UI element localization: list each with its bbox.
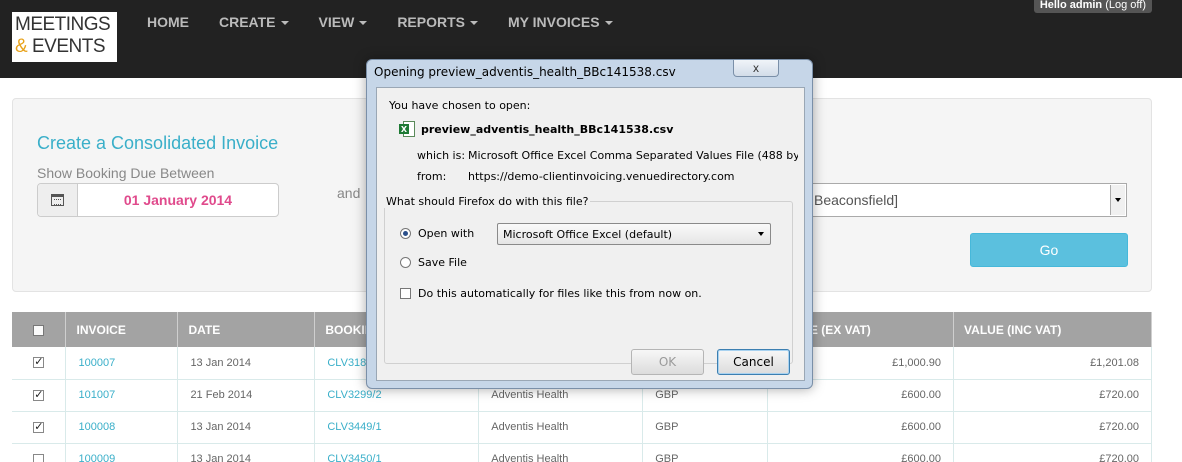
- value-inc-vat-cell: £1,201.08: [953, 347, 1152, 380]
- date-from-field[interactable]: 01 January 2014: [37, 183, 279, 217]
- brand-logo[interactable]: MEETINGS & EVENTS: [12, 12, 117, 62]
- save-file-radio[interactable]: [400, 257, 411, 268]
- chevron-down-icon: [758, 232, 764, 236]
- header-date[interactable]: DATE: [177, 312, 316, 347]
- auto-option[interactable]: Do this automatically for files like thi…: [400, 287, 702, 300]
- dialog-close-button[interactable]: x: [733, 60, 779, 77]
- nav-reports[interactable]: REPORTS: [397, 14, 478, 30]
- row-select-cell: [12, 379, 67, 412]
- nav-create[interactable]: CREATE: [219, 14, 289, 30]
- nav-view[interactable]: VIEW: [319, 14, 368, 30]
- value-inc-vat-cell: £720.00: [953, 443, 1152, 462]
- file-source-row: from: https://demo-clientinvoicing.venue…: [417, 170, 798, 183]
- invoice-link[interactable]: 100009: [65, 443, 179, 462]
- file-name: preview_adventis_health_BBc141538.csv: [421, 122, 674, 136]
- value-ex-vat-cell: £600.00: [767, 443, 955, 462]
- row-checkbox[interactable]: [33, 388, 45, 401]
- ok-button[interactable]: OK: [631, 349, 704, 375]
- row-checkbox[interactable]: [33, 453, 45, 462]
- file-row: X preview_adventis_health_BBc141538.csv: [399, 121, 673, 137]
- logoff-link[interactable]: (Log off): [1105, 0, 1146, 11]
- dialog-title: Opening preview_adventis_health_BBc14153…: [374, 65, 676, 79]
- date-cell: 13 Jan 2014: [177, 411, 316, 444]
- main-nav: HOME CREATE VIEW REPORTS MY INVOICES: [147, 14, 643, 30]
- date-cell: 13 Jan 2014: [177, 347, 316, 380]
- currency-cell: GBP: [642, 411, 769, 444]
- logo-line1: MEETINGS: [15, 14, 111, 35]
- row-checkbox[interactable]: [33, 355, 45, 369]
- nav-my-invoices[interactable]: MY INVOICES: [508, 14, 613, 30]
- caret-down-icon: [280, 21, 289, 25]
- open-with-radio[interactable]: [400, 228, 411, 239]
- header-value-inc-vat[interactable]: VALUE (INC VAT): [953, 312, 1152, 347]
- venue-dropdown-button[interactable]: [1110, 185, 1125, 215]
- company-cell: Adventis Health: [478, 411, 644, 444]
- auto-label: Do this automatically for files like thi…: [418, 287, 702, 300]
- invoice-link[interactable]: 100008: [65, 411, 179, 444]
- row-select-cell: [12, 411, 67, 444]
- venue-selected-value: Beaconsfield]: [814, 192, 899, 208]
- venue-select[interactable]: Beaconsfield]: [809, 183, 1127, 217]
- header-invoice[interactable]: INVOICE: [65, 312, 179, 347]
- file-type-row: which is: Microsoft Office Excel Comma S…: [417, 149, 798, 162]
- booking-link[interactable]: CLV3449/1: [314, 411, 480, 444]
- select-all-header: [12, 312, 67, 347]
- action-question: What should Firefox do with this file?: [384, 195, 591, 208]
- row-select-cell: [12, 443, 67, 462]
- company-cell: Adventis Health: [478, 443, 644, 462]
- invoice-link[interactable]: 101007: [65, 379, 179, 412]
- caret-down-icon: [359, 21, 368, 25]
- save-file-option[interactable]: Save File: [400, 256, 467, 269]
- currency-cell: GBP: [642, 443, 769, 462]
- chevron-down-icon: [1115, 198, 1121, 202]
- open-with-label: Open with: [418, 227, 475, 240]
- open-with-option[interactable]: Open with: [400, 227, 474, 240]
- cancel-button[interactable]: Cancel: [717, 349, 790, 375]
- value-ex-vat-cell: £600.00: [767, 411, 955, 444]
- row-select-cell: [12, 347, 67, 380]
- auto-checkbox[interactable]: [400, 288, 411, 299]
- invoice-link[interactable]: 100007: [65, 347, 179, 380]
- application-selected-value: Microsoft Office Excel (default): [503, 227, 673, 241]
- row-checkbox[interactable]: [33, 420, 45, 433]
- show-booking-label: Show Booking Due Between: [37, 165, 215, 181]
- caret-down-icon: [604, 21, 613, 25]
- save-file-label: Save File: [418, 256, 467, 269]
- from-value: https://demo-clientinvoicing.venuedirect…: [468, 170, 735, 183]
- date-cell: 13 Jan 2014: [177, 443, 316, 462]
- nav-home[interactable]: HOME: [147, 14, 189, 30]
- download-dialog: Opening preview_adventis_health_BBc14153…: [366, 59, 813, 389]
- calendar-icon: [51, 194, 64, 206]
- caret-down-icon: [470, 21, 478, 25]
- calendar-button[interactable]: [38, 184, 78, 216]
- excel-file-icon: X: [399, 121, 415, 137]
- booking-link[interactable]: CLV3450/1: [314, 443, 480, 462]
- go-button[interactable]: Go: [970, 233, 1128, 267]
- table-row: 10000813 Jan 2014CLV3449/1Adventis Healt…: [12, 411, 1152, 444]
- close-icon: x: [753, 61, 759, 75]
- dialog-body: You have chosen to open: X preview_adven…: [376, 87, 805, 381]
- which-is-label: which is:: [417, 149, 466, 162]
- date-cell: 21 Feb 2014: [177, 379, 316, 412]
- select-all-checkbox[interactable]: [33, 324, 45, 336]
- which-is-value: Microsoft Office Excel Comma Separated V…: [468, 149, 798, 162]
- value-inc-vat-cell: £720.00: [953, 411, 1152, 444]
- logo-line2: EVENTS: [31, 36, 106, 57]
- logo-amp: &: [15, 36, 28, 57]
- application-select[interactable]: Microsoft Office Excel (default): [497, 223, 771, 245]
- user-greeting: Hello admin (Log off): [1033, 0, 1152, 13]
- from-label: from:: [417, 170, 447, 183]
- chosen-label: You have chosen to open:: [389, 99, 531, 112]
- date-from-value[interactable]: 01 January 2014: [78, 184, 278, 216]
- value-inc-vat-cell: £720.00: [953, 379, 1152, 412]
- and-label: and: [337, 185, 361, 201]
- table-row: 100009 13 Jan 2014 CLV3450/1 Adventis Healt…: [12, 443, 1152, 462]
- page-title: Create a Consolidated Invoice: [37, 133, 279, 153]
